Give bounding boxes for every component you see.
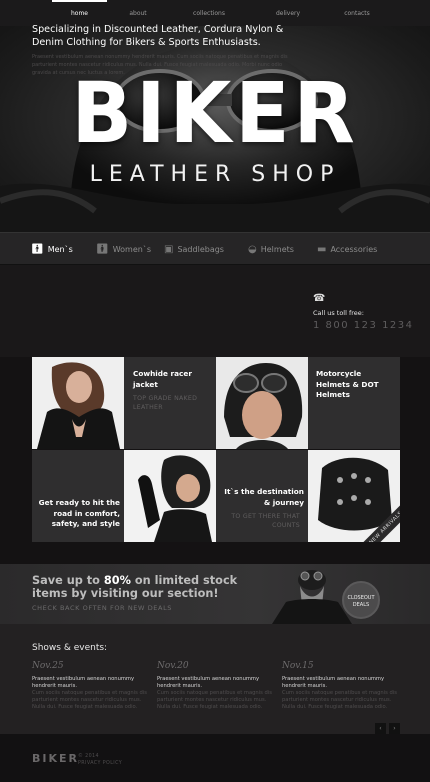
- toll-free-number[interactable]: 1 800 123 1234: [313, 320, 414, 331]
- event-title[interactable]: Praesent vestibulum aenean nonummy hendr…: [32, 676, 148, 690]
- tile-title: It`s the destination & journey: [224, 487, 304, 507]
- privacy-policy-link[interactable]: PRIVACY POLICY: [78, 760, 122, 767]
- woman-jacket-image: [32, 357, 124, 449]
- intro-section: [0, 265, 430, 357]
- footer-copyright: © 2014 PRIVACY POLICY: [78, 753, 122, 767]
- tile-title: Get ready to hit the road in comfort, sa…: [38, 498, 120, 528]
- nav-contacts[interactable]: contacts: [327, 0, 387, 26]
- tile-destination-journey[interactable]: It`s the destination & journey TO GET TH…: [216, 450, 308, 542]
- tile-title: Motorcycle Helmets & DOT Helmets: [316, 369, 379, 399]
- event-title[interactable]: Praesent vestibulum aenean nonummy hendr…: [282, 676, 398, 690]
- promo-headline-prefix: Save up to: [32, 574, 104, 587]
- event-item[interactable]: Nov.15 Praesent vestibulum aenean nonumm…: [282, 661, 398, 711]
- man-icon: 🚹︎: [31, 244, 44, 255]
- tile-motorcycle-helmets[interactable]: Motorcycle Helmets & DOT Helmets: [308, 357, 400, 449]
- tile-racer-photo[interactable]: [32, 357, 124, 449]
- helmet-icon: ◒: [248, 244, 257, 255]
- events-next-arrow-icon[interactable]: ›: [389, 723, 400, 734]
- category-bar: 🚹︎ Men`s 🚺︎ Women`s ▣ Saddlebags ◒ Helme…: [0, 232, 430, 265]
- footer-logo[interactable]: BIKER: [32, 752, 79, 765]
- category-label: Helmets: [260, 245, 294, 254]
- hero-subtitle: LEATHER SHOP: [89, 162, 341, 187]
- tile-title: Cowhide racer jacket: [133, 369, 192, 389]
- tile-gloves-photo[interactable]: [124, 450, 216, 542]
- event-body: Cum sociis natoque penatibus et magnis d…: [282, 690, 397, 710]
- tile-subtitle: TO GET THERE THAT COUNTS: [231, 513, 300, 529]
- gloves-woman-image: [124, 450, 216, 542]
- tile-hit-the-road[interactable]: Get ready to hit the road in comfort, sa…: [32, 450, 124, 542]
- event-title[interactable]: Praesent vestibulum aenean nonummy hendr…: [157, 676, 273, 690]
- event-item[interactable]: Nov.25 Praesent vestibulum aenean nonumm…: [32, 661, 148, 711]
- helmet-girl-image: [216, 357, 308, 449]
- event-item[interactable]: Nov.20 Praesent vestibulum aenean nonumm…: [157, 661, 273, 711]
- event-date: Nov.15: [282, 661, 314, 671]
- event-date: Nov.20: [157, 661, 189, 671]
- tile-racer-jacket[interactable]: Cowhide racer jacket TOP GRADE NAKED LEA…: [124, 357, 216, 449]
- category-label: Accessories: [330, 245, 378, 254]
- event-date: Nov.25: [32, 661, 64, 671]
- category-helmets[interactable]: ◒ Helmets: [248, 233, 294, 266]
- toll-free-label: Call us toll free:: [313, 309, 364, 317]
- tile-subtitle: TOP GRADE NAKED LEATHER: [133, 395, 198, 411]
- event-body: Cum sociis natoque penatibus et magnis d…: [157, 690, 272, 710]
- events-prev-arrow-icon[interactable]: ‹: [375, 723, 386, 734]
- intro-headline: Specializing in Discounted Leather, Cord…: [32, 24, 284, 48]
- category-label: Saddlebags: [177, 245, 224, 254]
- woman-icon: 🚺︎: [96, 244, 109, 255]
- tile-saddlebags-photo[interactable]: NEW ARRIVALS: [308, 450, 400, 542]
- promo-headline: Save up to 80% on limited stock items by…: [32, 574, 272, 600]
- promo-percent: 80%: [103, 574, 131, 587]
- category-mens[interactable]: 🚹︎ Men`s: [31, 233, 73, 266]
- promo-subtitle: CHECK BACK OFTEN FOR NEW DEALS: [32, 604, 173, 612]
- saddlebag-icon: ▣: [164, 244, 174, 255]
- category-label: Men`s: [47, 245, 73, 254]
- tile-helmet-girl-photo[interactable]: [216, 357, 308, 449]
- category-saddlebags[interactable]: ▣ Saddlebags: [164, 233, 224, 266]
- category-label: Women`s: [112, 245, 151, 254]
- hero-title: BIKER: [71, 64, 359, 162]
- intro-body: Praesent vestibulum aenean nonummy hendr…: [32, 54, 288, 76]
- events-heading: Shows & events:: [32, 643, 108, 653]
- phone-icon: ☎: [313, 293, 326, 304]
- category-accessories[interactable]: ▬ Accessories: [317, 233, 377, 266]
- sunglasses-icon: ▬: [317, 244, 327, 255]
- event-body: Cum sociis natoque penatibus et magnis d…: [32, 690, 147, 710]
- copyright-text: © 2014: [78, 754, 99, 759]
- category-womens[interactable]: 🚺︎ Women`s: [96, 233, 151, 266]
- closeout-deals-badge[interactable]: CLOSEOUT DEALS: [342, 581, 380, 619]
